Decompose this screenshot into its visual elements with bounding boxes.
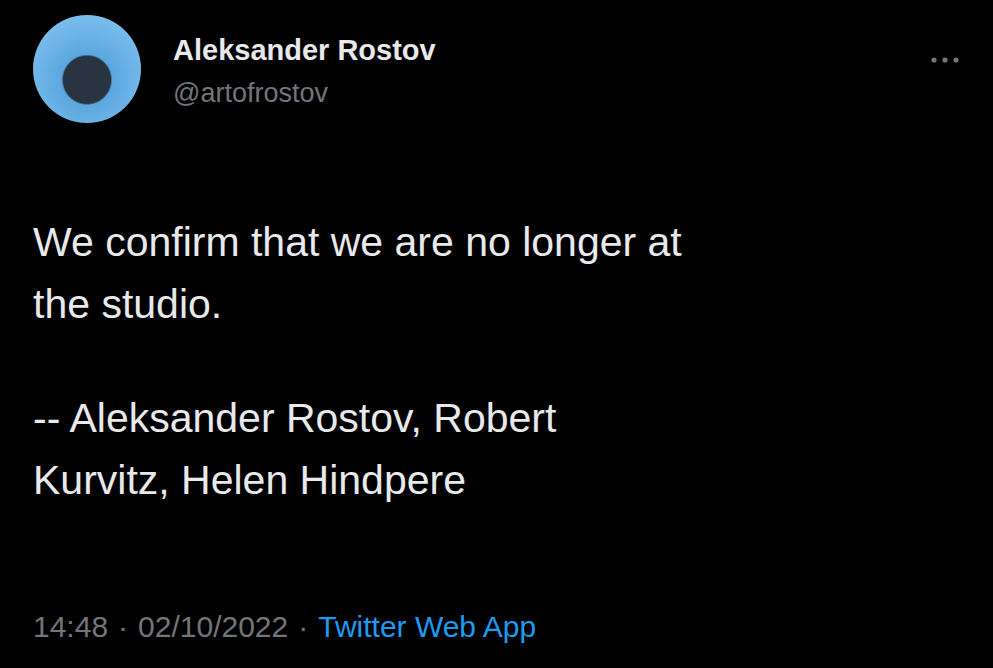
meta-separator: · [118, 607, 128, 647]
tweet-paragraph: -- Aleksander Rostov, RobertKurvitz, Hel… [33, 387, 960, 511]
author-handle[interactable]: @artofrostov [173, 75, 898, 111]
more-icon[interactable] [930, 51, 960, 61]
tweet-line: -- Aleksander Rostov, Robert [33, 387, 960, 449]
tweet-line: Kurvitz, Helen Hindpere [33, 449, 960, 511]
tweet-date[interactable]: 02/10/2022 [138, 607, 288, 647]
tweet-line: the studio. [33, 273, 960, 335]
tweet-line: We confirm that we are no longer at [33, 211, 960, 273]
meta-separator: · [298, 607, 308, 647]
avatar-photo[interactable] [33, 15, 141, 123]
tweet-meta: 14:48·02/10/2022·Twitter Web App [33, 607, 960, 647]
tweet-header: Aleksander Rostov @artofrostov [33, 15, 960, 123]
tweet-text: We confirm that we are no longer atthe s… [33, 211, 960, 511]
author-name[interactable]: Aleksander Rostov [173, 31, 898, 69]
tweet-source[interactable]: Twitter Web App [318, 607, 536, 647]
tweet-time[interactable]: 14:48 [33, 607, 108, 647]
tweet-paragraph: We confirm that we are no longer atthe s… [33, 211, 960, 335]
author-info: Aleksander Rostov @artofrostov [173, 27, 898, 111]
